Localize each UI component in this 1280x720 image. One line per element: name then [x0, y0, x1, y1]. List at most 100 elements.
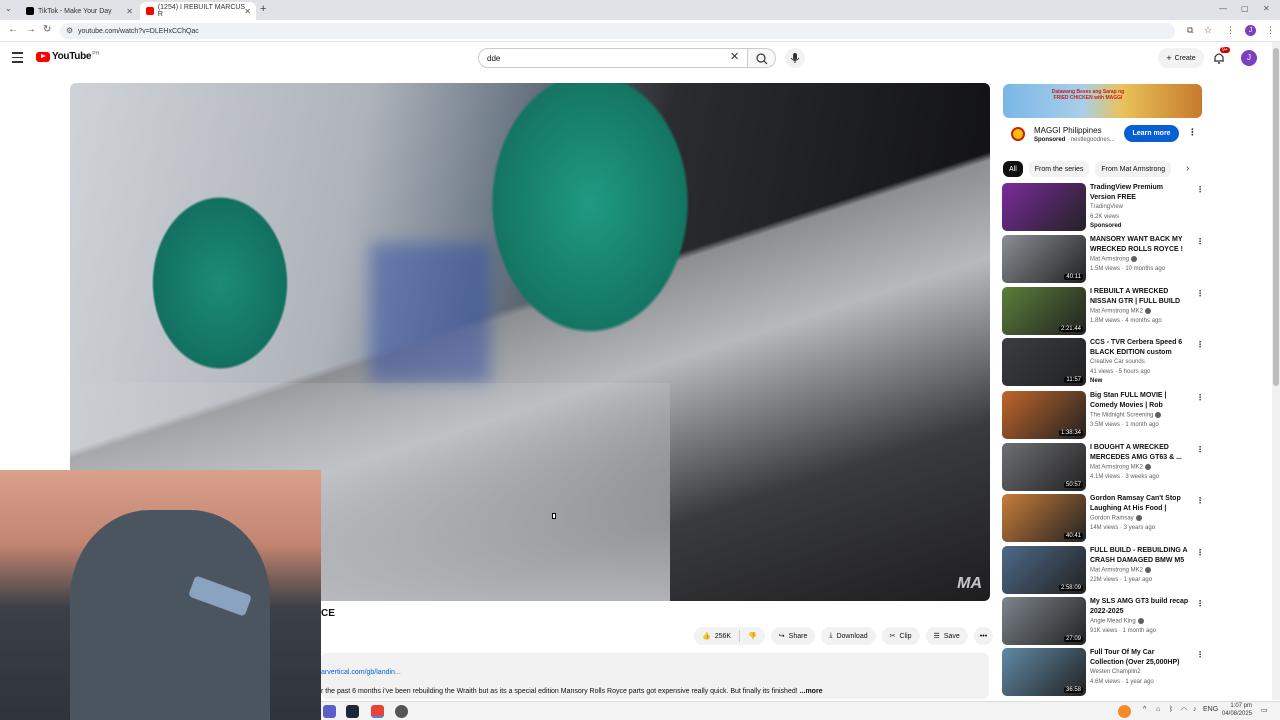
search-button[interactable]	[748, 48, 776, 68]
channel-name[interactable]: Mat Armstrong MK2	[1090, 308, 1152, 315]
channel-name[interactable]: Gordon Ramsay	[1090, 515, 1142, 522]
more-options-icon[interactable]: ⋮	[1196, 496, 1204, 505]
show-more-link[interactable]: ...more	[800, 688, 823, 695]
tray-app-icon[interactable]	[1118, 705, 1131, 718]
site-info-icon[interactable]: ⚙	[66, 26, 73, 35]
channel-name[interactable]: Mat Armstrong	[1090, 256, 1138, 263]
forward-icon[interactable]: →	[26, 24, 36, 35]
video-thumbnail[interactable]: 2:58:09	[1002, 546, 1086, 594]
notifications-center-icon[interactable]: ▭	[1261, 706, 1268, 714]
learn-more-button[interactable]: Learn more	[1124, 125, 1179, 142]
description-link[interactable]: arvertical.com/gb/landin...	[321, 669, 401, 676]
channel-name[interactable]: Angie Mead King	[1090, 618, 1144, 625]
more-options-icon[interactable]: ⋮	[1196, 185, 1204, 194]
search-input[interactable]: dde	[478, 48, 748, 68]
recommendation-item[interactable]: 1:38:34 Big Stan FULL MOVIE | Comedy Movi…	[1002, 391, 1204, 439]
back-icon[interactable]: ←	[8, 24, 18, 35]
share-button[interactable]: ↪ Share	[770, 627, 816, 645]
channel-name[interactable]: TradingView	[1090, 204, 1123, 210]
recommendation-item[interactable]: 40:41 Gordon Ramsay Can't Stop Laughing A…	[1002, 494, 1204, 542]
more-options-icon[interactable]: ⋮	[1196, 650, 1204, 659]
channel-name[interactable]: Mat Armstrong MK2	[1090, 567, 1152, 574]
save-button[interactable]: ☰ Save	[925, 627, 968, 645]
video-title[interactable]: Full Tour Of My Car Collection (Over 25,…	[1090, 648, 1190, 667]
video-thumbnail[interactable]: 40:11	[1002, 235, 1086, 283]
video-thumbnail[interactable]: 40:41	[1002, 494, 1086, 542]
discord-icon[interactable]	[323, 705, 336, 718]
more-options-icon[interactable]: ⋮	[1196, 599, 1204, 608]
maximize-icon[interactable]: ▢	[1241, 4, 1249, 13]
channel-name[interactable]: The Midnight Screening	[1090, 412, 1162, 419]
ad-options-icon[interactable]: ⋮	[1188, 127, 1197, 138]
more-options-icon[interactable]: ⋮	[1196, 393, 1204, 402]
extensions-icon[interactable]: ⋮	[1226, 25, 1235, 36]
channel-name[interactable]: Westen Champlin2	[1090, 669, 1141, 675]
new-tab-icon[interactable]: +	[260, 3, 266, 15]
recommendation-item[interactable]: 40:11 MANSORY WANT BACK MY WRECKED ROLLS …	[1002, 235, 1204, 283]
more-options-icon[interactable]: ⋮	[1196, 548, 1204, 557]
bookmark-star-icon[interactable]: ☆	[1204, 25, 1212, 36]
recommendation-item[interactable]: TradingView Premium Version FREE TradingV…	[1002, 183, 1204, 231]
close-window-icon[interactable]: ✕	[1263, 4, 1270, 13]
chip-all[interactable]: All	[1003, 161, 1023, 177]
steam-icon[interactable]	[346, 705, 359, 718]
close-tab-icon[interactable]: ✕	[244, 7, 251, 16]
clip-button[interactable]: ✂ Clip	[881, 627, 920, 645]
like-button[interactable]: 👍 256K	[694, 630, 741, 642]
tab-tiktok[interactable]: TikTok - Make Your Day ✕	[20, 2, 138, 20]
description-box[interactable]: arvertical.com/gb/landin... r the past 6…	[321, 653, 989, 699]
more-options-icon[interactable]: ⋮	[1196, 340, 1204, 349]
video-title[interactable]: Big Stan FULL MOVIE | Comedy Movies | Ro…	[1090, 391, 1190, 411]
chip-from-channel[interactable]: From Mat Armstrong	[1095, 161, 1172, 177]
install-icon[interactable]: ⧉	[1187, 25, 1193, 36]
video-thumbnail[interactable]: 2:21:44	[1002, 287, 1086, 335]
youtube-logo[interactable]: YouTube PH	[36, 51, 99, 62]
recommendation-item[interactable]: 2:21:44 I REBUILT A WRECKED NISSAN GTR | …	[1002, 287, 1204, 335]
volume-icon[interactable]: ♪	[1193, 706, 1197, 713]
video-title[interactable]: TradingView Premium Version FREE	[1090, 183, 1190, 202]
tab-youtube[interactable]: (1254) I REBUILT MARCUS R ✕	[140, 2, 256, 20]
recommendation-item[interactable]: 50:57 I BOUGHT A WRECKED MERCEDES AMG GT6…	[1002, 443, 1204, 491]
scrollbar-thumb[interactable]	[1273, 48, 1279, 386]
wifi-icon[interactable]: ◠	[1181, 706, 1187, 714]
account-avatar[interactable]: J	[1241, 50, 1257, 66]
channel-name[interactable]: Creative Car sounds	[1090, 359, 1145, 365]
minimize-icon[interactable]: —	[1219, 4, 1227, 13]
more-options-icon[interactable]: ⋮	[1196, 445, 1204, 454]
close-tab-icon[interactable]: ✕	[126, 7, 133, 16]
reload-icon[interactable]: ↻	[43, 24, 51, 35]
chip-from-series[interactable]: From the series	[1028, 161, 1090, 177]
video-thumbnail[interactable]: 27:09	[1002, 597, 1086, 645]
menu-icon[interactable]	[12, 52, 23, 66]
language-indicator[interactable]: ENG	[1203, 706, 1218, 713]
download-button[interactable]: ⤓ Download	[821, 627, 876, 645]
url-field[interactable]: ⚙ youtube.com/watch?v=DLEHxCChQac	[60, 23, 1175, 39]
chevron-right-icon[interactable]: ›	[1186, 163, 1189, 174]
browser-profile-avatar[interactable]: J	[1245, 25, 1256, 36]
voice-search-button[interactable]	[785, 48, 805, 68]
video-title[interactable]: I REBUILT A WRECKED NISSAN GTR | FULL BU…	[1090, 287, 1190, 306]
create-button[interactable]: + Create	[1158, 48, 1204, 68]
more-options-icon[interactable]: ⋮	[1196, 289, 1204, 298]
video-title[interactable]: CCS - TVR Cerbera Speed 6 BLACK EDITION …	[1090, 338, 1190, 358]
clear-search-icon[interactable]: ✕	[730, 50, 739, 63]
video-title[interactable]: I BOUGHT A WRECKED MERCEDES AMG GT63 & .…	[1090, 443, 1190, 462]
recommendation-item[interactable]: 11:57 CCS - TVR Cerbera Speed 6 BLACK EDI…	[1002, 338, 1204, 386]
network-icon[interactable]: ⌂	[1156, 706, 1160, 713]
video-thumbnail[interactable]: 1:38:34	[1002, 391, 1086, 439]
tab-search-icon[interactable]: ⌄	[5, 4, 12, 13]
recommendation-item[interactable]: 27:09 My SLS AMG GT3 build recap 2022-202…	[1002, 597, 1204, 645]
video-title[interactable]: MANSORY WANT BACK MY WRECKED ROLLS ROYCE…	[1090, 235, 1190, 255]
video-title[interactable]: My SLS AMG GT3 build recap 2022-2025	[1090, 597, 1190, 616]
ad-card[interactable]: MAGGI Philippines Sponsored · nestlegood…	[1003, 122, 1202, 148]
channel-name[interactable]: Mat Armstrong MK2	[1090, 464, 1152, 471]
bluetooth-icon[interactable]: ᛒ	[1169, 706, 1173, 713]
video-title[interactable]: Gordon Ramsay Can't Stop Laughing At His…	[1090, 494, 1190, 514]
channel-watermark[interactable]: MA	[957, 575, 982, 593]
browser-menu-icon[interactable]: ⋮	[1266, 25, 1275, 36]
more-actions-button[interactable]: •••	[973, 627, 994, 645]
recommendation-item[interactable]: 2:58:09 FULL BUILD - REBUILDING A CRASH D…	[1002, 546, 1204, 594]
dislike-button[interactable]: 👎	[740, 632, 765, 640]
video-thumbnail[interactable]: 50:57	[1002, 443, 1086, 491]
system-clock[interactable]: 1:07 pm 04/08/2025	[1222, 702, 1252, 718]
